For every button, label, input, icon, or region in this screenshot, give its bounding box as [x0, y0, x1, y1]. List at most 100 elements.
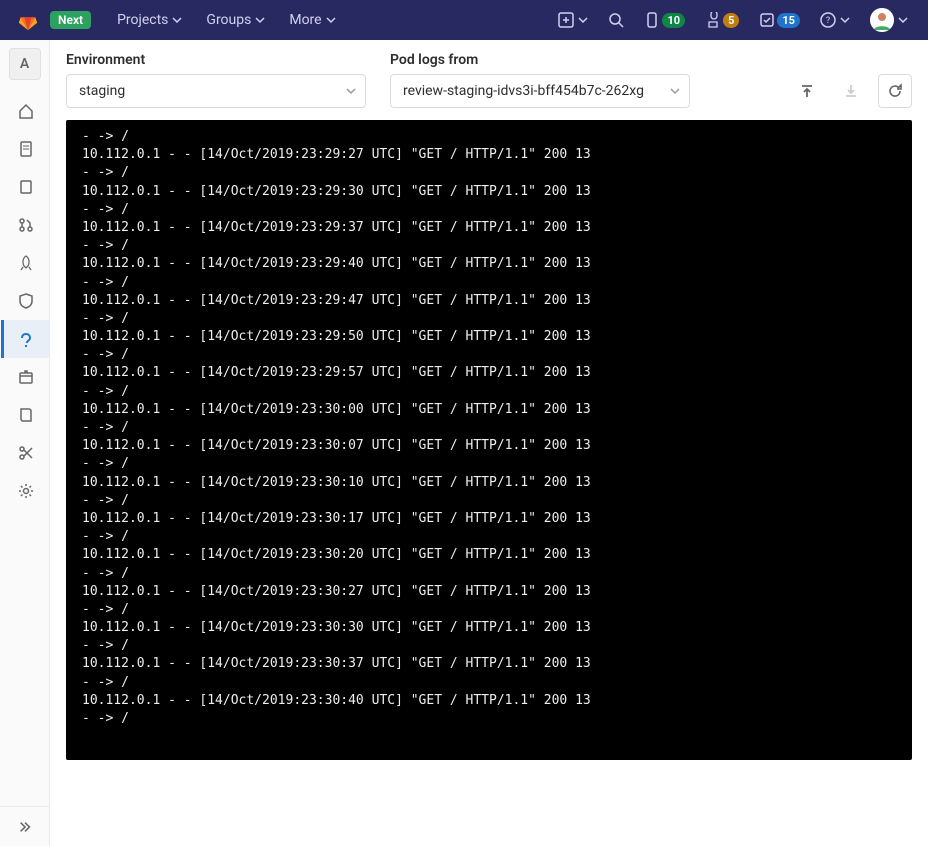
- log-line: 10.112.0.1 - - [14/Oct/2019:23:29:27 UTC…: [82, 146, 896, 164]
- sidebar-item-cicd[interactable]: [1, 244, 49, 282]
- sidebar-item-merge-requests[interactable]: [1, 206, 49, 244]
- nav-more[interactable]: More: [279, 6, 345, 34]
- chevron-down-icon: [840, 15, 850, 25]
- log-line: - -> /: [82, 310, 896, 328]
- scroll-top-icon: [799, 83, 815, 99]
- log-line: 10.112.0.1 - - [14/Oct/2019:23:30:37 UTC…: [82, 655, 896, 673]
- log-actions: [790, 74, 912, 108]
- sidebar-item-settings[interactable]: [1, 472, 49, 510]
- scroll-to-top-button[interactable]: [790, 74, 824, 108]
- user-avatar: [870, 8, 894, 32]
- chevron-down-icon: [898, 15, 908, 25]
- svg-text:?: ?: [826, 16, 830, 26]
- issues-icon: [18, 179, 34, 195]
- scissors-icon: [18, 445, 34, 461]
- pipeline-icon: [644, 12, 660, 28]
- project-sidebar: A: [0, 40, 50, 846]
- sidebar-item-overview[interactable]: [1, 92, 49, 130]
- search-button[interactable]: [604, 8, 628, 32]
- sidebar-item-security[interactable]: [1, 282, 49, 320]
- pod-label: Pod logs from: [390, 52, 690, 68]
- nav-secondary: 10 5 15 ?: [554, 4, 912, 36]
- log-line: - -> /: [82, 637, 896, 655]
- log-line: 10.112.0.1 - - [14/Oct/2019:23:29:47 UTC…: [82, 292, 896, 310]
- sidebar-item-operations[interactable]: [1, 320, 49, 358]
- environment-value: staging: [79, 83, 125, 99]
- todos-count: 15: [777, 13, 800, 28]
- pipelines-count: 10: [662, 13, 685, 28]
- scroll-bottom-icon: [843, 83, 859, 99]
- chevron-down-icon: [326, 15, 336, 25]
- refresh-icon: [887, 83, 903, 99]
- log-line: - -> /: [82, 346, 896, 364]
- sidebar-item-snippets[interactable]: [1, 434, 49, 472]
- gear-icon: [18, 483, 34, 499]
- log-line: - -> /: [82, 128, 896, 146]
- help-icon: ?: [820, 12, 836, 28]
- issues-count: 5: [723, 13, 739, 28]
- doc-icon: [18, 141, 34, 157]
- log-line: 10.112.0.1 - - [14/Oct/2019:23:29:40 UTC…: [82, 255, 896, 273]
- project-avatar[interactable]: A: [9, 48, 41, 80]
- create-new-button[interactable]: [554, 8, 592, 32]
- plus-square-icon: [558, 12, 574, 28]
- gitlab-logo-icon[interactable]: [16, 8, 40, 32]
- environment-label: Environment: [66, 52, 366, 68]
- todos-counter[interactable]: 15: [755, 8, 804, 32]
- log-line: - -> /: [82, 528, 896, 546]
- log-line: 10.112.0.1 - - [14/Oct/2019:23:30:20 UTC…: [82, 546, 896, 564]
- environment-select[interactable]: staging: [66, 74, 366, 108]
- sidebar-item-issues[interactable]: [1, 168, 49, 206]
- log-line: 10.112.0.1 - - [14/Oct/2019:23:30:17 UTC…: [82, 510, 896, 528]
- log-line: 10.112.0.1 - - [14/Oct/2019:23:30:10 UTC…: [82, 474, 896, 492]
- pipelines-counter[interactable]: 10: [640, 8, 689, 32]
- log-output[interactable]: - -> /10.112.0.1 - - [14/Oct/2019:23:29:…: [66, 120, 912, 760]
- log-line: 10.112.0.1 - - [14/Oct/2019:23:30:40 UTC…: [82, 692, 896, 710]
- pod-select[interactable]: review-staging-idvs3i-bff454b7c-262xg: [390, 74, 690, 108]
- sidebar-expand-button[interactable]: [0, 806, 49, 846]
- nav-primary: Projects Groups More: [107, 6, 346, 34]
- log-line: - -> /: [82, 164, 896, 182]
- chevron-double-right-icon: [18, 820, 32, 834]
- sidebar-item-repository[interactable]: [1, 130, 49, 168]
- log-line: 10.112.0.1 - - [14/Oct/2019:23:29:50 UTC…: [82, 328, 896, 346]
- log-line: - -> /: [82, 674, 896, 692]
- log-line: 10.112.0.1 - - [14/Oct/2019:23:30:07 UTC…: [82, 437, 896, 455]
- nav-more-label: More: [289, 12, 321, 28]
- pod-value: review-staging-idvs3i-bff454b7c-262xg: [403, 83, 644, 99]
- sidebar-item-wiki[interactable]: [1, 396, 49, 434]
- log-line: - -> /: [82, 274, 896, 292]
- search-icon: [608, 12, 624, 28]
- environment-control: Environment staging: [66, 52, 366, 108]
- user-menu[interactable]: [866, 4, 912, 36]
- rocket-icon: [18, 255, 34, 271]
- home-icon: [18, 103, 34, 119]
- merge-request-icon: [18, 217, 34, 233]
- log-line: 10.112.0.1 - - [14/Oct/2019:23:30:30 UTC…: [82, 619, 896, 637]
- issues-counter[interactable]: 5: [701, 8, 743, 32]
- sidebar-item-packages[interactable]: [1, 358, 49, 396]
- chevron-down-icon: [578, 15, 588, 25]
- log-line: - -> /: [82, 201, 896, 219]
- refresh-button[interactable]: [878, 74, 912, 108]
- next-badge[interactable]: Next: [50, 11, 91, 29]
- help-button[interactable]: ?: [816, 8, 854, 32]
- main-content: Environment staging Pod logs from review…: [50, 40, 928, 846]
- scroll-to-bottom-button[interactable]: [834, 74, 868, 108]
- log-line: - -> /: [82, 492, 896, 510]
- log-line: 10.112.0.1 - - [14/Oct/2019:23:29:37 UTC…: [82, 219, 896, 237]
- pod-control: Pod logs from review-staging-idvs3i-bff4…: [390, 52, 690, 108]
- nav-groups[interactable]: Groups: [196, 6, 275, 34]
- package-icon: [18, 369, 34, 385]
- issues-icon: [705, 12, 721, 28]
- log-line: 10.112.0.1 - - [14/Oct/2019:23:30:00 UTC…: [82, 401, 896, 419]
- nav-projects[interactable]: Projects: [107, 6, 192, 34]
- log-line: 10.112.0.1 - - [14/Oct/2019:23:29:57 UTC…: [82, 364, 896, 382]
- log-line: - -> /: [82, 710, 896, 728]
- log-line: 10.112.0.1 - - [14/Oct/2019:23:30:27 UTC…: [82, 583, 896, 601]
- log-line: - -> /: [82, 601, 896, 619]
- chevron-down-icon: [172, 15, 182, 25]
- top-navbar: Next Projects Groups More 10 5: [0, 0, 928, 40]
- chevron-down-icon: [255, 15, 265, 25]
- operations-icon: [18, 331, 34, 347]
